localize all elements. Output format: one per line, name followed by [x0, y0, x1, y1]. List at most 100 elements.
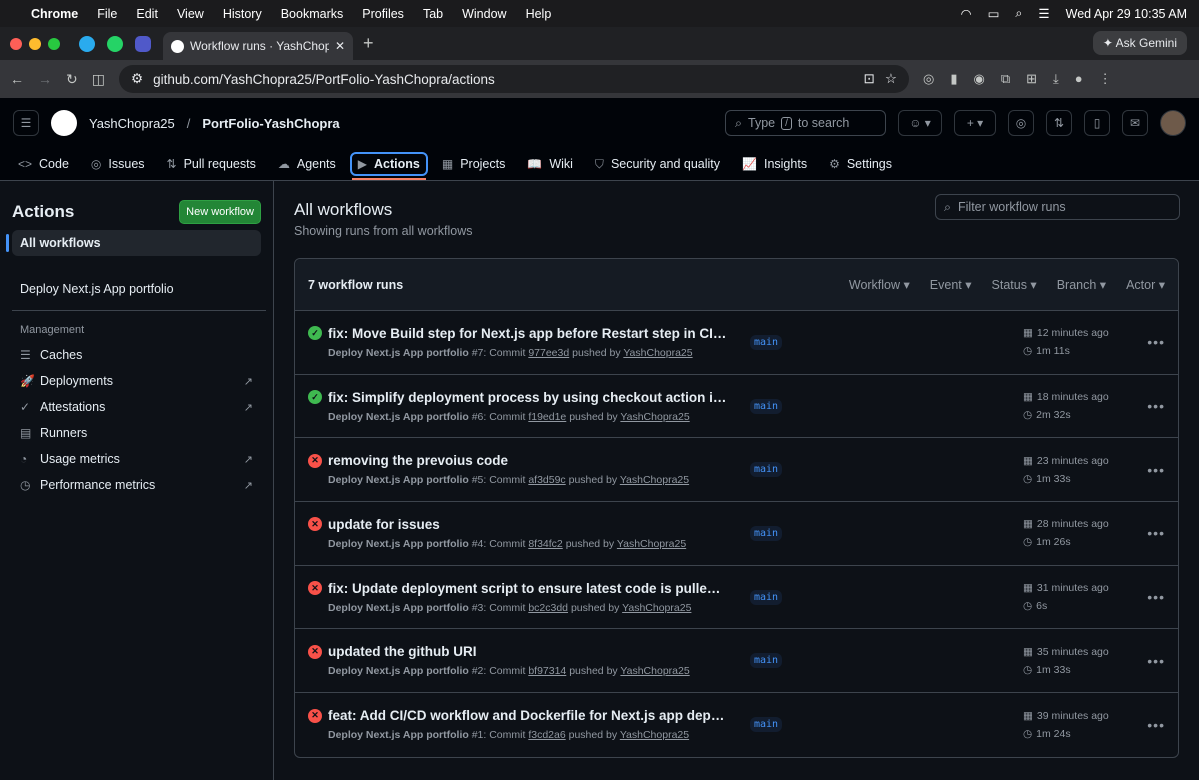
avatar[interactable] [1160, 110, 1186, 136]
run-title[interactable]: fix: Update deployment script to ensure … [328, 581, 728, 596]
filter-actor-dropdown[interactable]: Actor ▾ [1126, 277, 1165, 292]
filter-workflow-dropdown[interactable]: Workflow ▾ [849, 277, 910, 292]
run-title[interactable]: removing the prevoius code [328, 453, 728, 468]
user-link[interactable]: YashChopra25 [622, 602, 691, 614]
kebab-menu-icon[interactable]: ••• [1147, 525, 1165, 541]
zoom-window-button[interactable] [48, 37, 60, 50]
tab-code[interactable]: <> Code [18, 157, 69, 171]
tab-security[interactable]: ⛉ Security and quality [595, 157, 720, 172]
menu-edit[interactable]: Edit [136, 7, 158, 21]
sidebar-item-all-workflows[interactable]: All workflows [6, 230, 261, 256]
branch-badge[interactable]: main [750, 525, 783, 541]
repositories-icon[interactable]: ▯ [1084, 110, 1110, 136]
user-link[interactable]: YashChopra25 [617, 538, 686, 550]
sidebar-item-deployments[interactable]: 🚀 Deployments ↗ [12, 368, 261, 394]
filter-runs-input[interactable]: ⌕ Filter workflow runs [935, 194, 1180, 220]
kebab-menu-icon[interactable]: ••• [1147, 717, 1165, 733]
table-row[interactable]: ✓ fix: Simplify deployment process by us… [295, 375, 1178, 439]
table-row[interactable]: ✕ update for issues Deploy Next.js App p… [295, 502, 1178, 566]
filter-event-dropdown[interactable]: Event ▾ [930, 277, 972, 292]
sidebar-item-runners[interactable]: ▤ Runners [12, 420, 261, 446]
tab-insights[interactable]: 📈 Insights [742, 157, 807, 171]
menu-window[interactable]: Window [462, 7, 506, 21]
spotlight-icon[interactable]: ⌕ [1015, 6, 1022, 21]
pull-requests-icon[interactable]: ⇅ [1046, 110, 1072, 136]
menu-file[interactable]: File [97, 7, 117, 21]
sidebar-item-workflow[interactable]: Deploy Next.js App portfolio [12, 268, 266, 311]
table-row[interactable]: ✓ fix: Move Build step for Next.js app b… [295, 311, 1178, 375]
issues-icon[interactable]: ◎ [1008, 110, 1034, 136]
extension-icon-1[interactable]: ◎ [923, 71, 934, 87]
menu-tab[interactable]: Tab [423, 7, 443, 21]
commit-link[interactable]: bc2c3dd [528, 602, 568, 614]
copilot-button[interactable]: ☺ ▾ [898, 110, 942, 136]
menu-history[interactable]: History [223, 7, 262, 21]
tab-workflow-runs[interactable]: Workflow runs · YashChopra25 ✕ [163, 32, 353, 60]
sidebar-item-usage-metrics[interactable]: ◔ Usage metrics ↗ [12, 446, 261, 472]
kebab-menu-icon[interactable]: ••• [1147, 398, 1165, 414]
menu-view[interactable]: View [177, 7, 204, 21]
run-title[interactable]: feat: Add CI/CD workflow and Dockerfile … [328, 708, 728, 723]
menu-profiles[interactable]: Profiles [362, 7, 404, 21]
commit-link[interactable]: bf97314 [528, 665, 566, 677]
commit-link[interactable]: 8f34fc2 [528, 538, 562, 550]
run-title[interactable]: update for issues [328, 517, 728, 532]
hamburger-menu-button[interactable]: ☰ [13, 110, 39, 136]
table-row[interactable]: ✕ removing the prevoius code Deploy Next… [295, 438, 1178, 503]
github-logo-icon[interactable] [51, 110, 77, 136]
table-row[interactable]: ✕ updated the github URI Deploy Next.js … [295, 629, 1178, 694]
minimize-window-button[interactable] [29, 37, 41, 50]
address-bar[interactable]: ⚙ github.com/YashChopra25/PortFolio-Yash… [118, 65, 909, 93]
run-title[interactable]: updated the github URI [328, 644, 728, 659]
bookmark-star-icon[interactable]: ☆ [885, 71, 897, 87]
user-link[interactable]: YashChopra25 [620, 474, 689, 486]
table-row[interactable]: ✕ feat: Add CI/CD workflow and Dockerfil… [295, 693, 1178, 757]
tab-issues[interactable]: ◎ Issues [91, 157, 145, 171]
close-tab-icon[interactable]: ✕ [335, 39, 345, 53]
forward-icon[interactable]: → [38, 71, 52, 87]
close-window-button[interactable] [10, 37, 22, 50]
branch-badge[interactable]: main [750, 398, 783, 414]
user-link[interactable]: YashChopra25 [620, 729, 689, 741]
user-link[interactable]: YashChopra25 [623, 347, 692, 359]
create-new-button[interactable]: + ▾ [954, 110, 996, 136]
sidebar-item-caches[interactable]: ☰ Caches [12, 342, 261, 368]
user-link[interactable]: YashChopra25 [620, 665, 689, 677]
download-icon[interactable]: ⤓ [1053, 71, 1059, 87]
notifications-icon[interactable]: ✉ [1122, 110, 1148, 136]
new-tab-button[interactable]: + [363, 33, 374, 54]
app-menu[interactable]: Chrome [31, 7, 78, 21]
back-icon[interactable]: ← [10, 71, 24, 87]
commit-link[interactable]: f3cd2a6 [528, 729, 565, 741]
kebab-menu-icon[interactable]: ••• [1147, 653, 1165, 669]
run-title[interactable]: fix: Move Build step for Next.js app bef… [328, 326, 728, 341]
extension-icon-2[interactable]: ▮ [950, 71, 957, 87]
branch-badge[interactable]: main [750, 462, 783, 478]
run-title[interactable]: fix: Simplify deployment process by usin… [328, 390, 728, 405]
battery-icon[interactable]: ▭ [988, 6, 1000, 21]
control-center-icon[interactable]: ☰ [1038, 6, 1049, 21]
tab-wiki[interactable]: 📖 Wiki [527, 157, 573, 171]
tab-agents[interactable]: ☁ Agents [278, 157, 336, 171]
wifi-icon[interactable]: ◠ [961, 6, 972, 21]
filter-status-dropdown[interactable]: Status ▾ [992, 277, 1037, 292]
tab-pull-requests[interactable]: ⇅ Pull requests [167, 157, 256, 171]
clock[interactable]: Wed Apr 29 10:35 AM [1066, 7, 1187, 21]
sidebar-item-attestations[interactable]: ✓ Attestations ↗ [12, 394, 261, 420]
kebab-menu-icon[interactable]: ••• [1147, 334, 1165, 350]
search-input[interactable]: ⌕ Type / to search [725, 110, 886, 136]
sidebar-item-performance-metrics[interactable]: ◷ Performance metrics ↗ [12, 472, 261, 498]
tab-projects[interactable]: ▦ Projects [442, 157, 506, 171]
tab-search-icon[interactable]: ⊞ [1026, 71, 1037, 87]
filter-branch-dropdown[interactable]: Branch ▾ [1057, 277, 1106, 292]
extensions-puzzle-icon[interactable]: ⧉ [1001, 71, 1010, 87]
ask-gemini-button[interactable]: ✦ Ask Gemini [1092, 31, 1187, 55]
branch-badge[interactable]: main [750, 334, 783, 350]
menu-bookmarks[interactable]: Bookmarks [281, 7, 344, 21]
branch-badge[interactable]: main [750, 589, 783, 605]
branch-badge[interactable]: main [750, 653, 783, 669]
chrome-menu-icon[interactable]: ⋮ [1099, 71, 1112, 87]
url-text[interactable]: github.com/YashChopra25/PortFolio-YashCh… [153, 72, 853, 87]
reload-icon[interactable]: ↻ [66, 71, 78, 88]
table-row[interactable]: ✕ fix: Update deployment script to ensur… [295, 566, 1178, 630]
